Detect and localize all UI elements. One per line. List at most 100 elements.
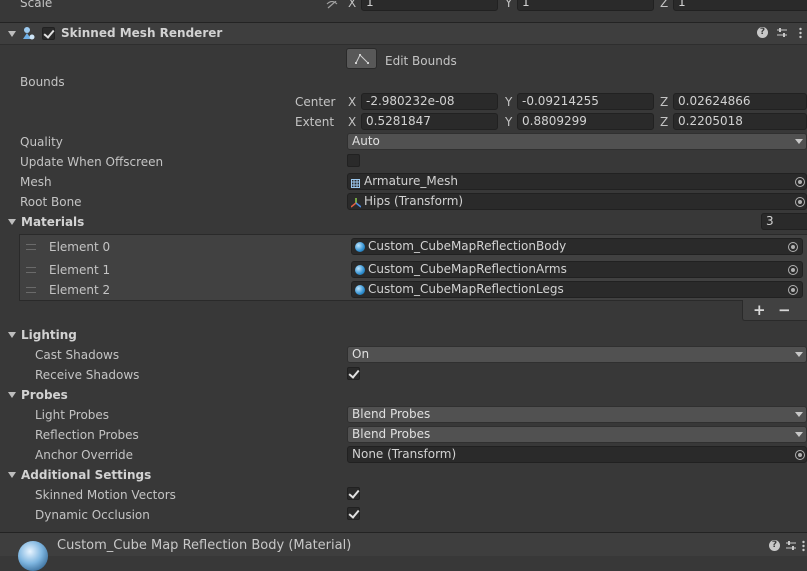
quality-value: Auto: [352, 134, 380, 148]
element-1-drag-handle-icon[interactable]: [26, 267, 36, 273]
anchor-override-field[interactable]: None (Transform): [347, 446, 807, 463]
lighting-foldout-arrow[interactable]: [8, 332, 16, 338]
extent-z-label: Z: [660, 115, 669, 129]
element-2-label: Element 2: [49, 283, 111, 297]
additional-settings-foldout-arrow[interactable]: [8, 472, 16, 478]
mesh-object-picker-icon[interactable]: [795, 177, 805, 187]
light-probes-dropdown[interactable]: Blend Probes: [347, 406, 807, 423]
presets-icon[interactable]: [776, 27, 788, 39]
cast-shadows-label: Cast Shadows: [35, 348, 120, 362]
element-0-value: Custom_CubeMapReflectionBody: [368, 239, 567, 253]
light-probes-dropdown-arrow-icon: [795, 412, 803, 417]
element-0-object-picker-icon[interactable]: [788, 242, 798, 252]
dynamic-occlusion-label: Dynamic Occlusion: [35, 508, 150, 522]
component-header[interactable]: Skinned Mesh Renderer ?: [0, 22, 807, 45]
anchor-override-label: Anchor Override: [35, 448, 134, 462]
edit-bounds-label: Edit Bounds: [385, 54, 457, 68]
skinned-motion-vectors-checkbox[interactable]: [347, 487, 360, 500]
cast-shadows-value: On: [352, 347, 370, 361]
component-title: Skinned Mesh Renderer: [61, 26, 223, 40]
transform-icon: [350, 197, 362, 208]
root-bone-field[interactable]: Hips (Transform): [347, 193, 807, 210]
cast-shadows-dropdown[interactable]: On: [347, 346, 807, 363]
material-sphere-icon: [355, 242, 365, 252]
receive-shadows-label: Receive Shadows: [35, 368, 140, 382]
center-y-field[interactable]: -0.09214255: [517, 93, 654, 110]
edit-bounds-icon: [354, 52, 370, 65]
material-title: Custom_Cube Map Reflection Body (Materia…: [57, 538, 352, 553]
extent-z-field[interactable]: 0.2205018: [673, 113, 807, 130]
mesh-field[interactable]: Armature_Mesh: [347, 173, 807, 190]
element-1-value: Custom_CubeMapReflectionArms: [368, 262, 567, 276]
dynamic-occlusion-checkbox[interactable]: [347, 507, 360, 520]
cast-shadows-dropdown-arrow-icon: [795, 352, 803, 357]
root-bone-object-picker-icon[interactable]: [795, 197, 805, 207]
element-2-value: Custom_CubeMapReflectionLegs: [368, 282, 564, 296]
center-x-label: X: [348, 95, 357, 109]
material-more-vertical-icon[interactable]: [802, 540, 805, 552]
skinned-motion-vectors-label: Skinned Motion Vectors: [35, 488, 176, 502]
material-preview-sphere-icon: [18, 541, 48, 571]
center-x-field[interactable]: -2.980232e-08: [361, 93, 498, 110]
materials-header[interactable]: Materials 3: [0, 212, 807, 232]
extent-x-label: X: [348, 115, 357, 129]
element-0-drag-handle-icon[interactable]: [26, 244, 36, 250]
quality-dropdown-arrow-icon: [795, 139, 803, 144]
center-label: Center: [295, 95, 336, 109]
material-presets-icon[interactable]: [785, 540, 797, 552]
scale-z-field[interactable]: 1: [673, 0, 807, 11]
material-sphere-icon: [355, 285, 365, 295]
component-enabled-checkbox[interactable]: [42, 27, 55, 40]
extent-x-field[interactable]: 0.5281847: [361, 113, 498, 130]
help-icon[interactable]: ?: [757, 27, 768, 38]
add-element-button[interactable]: +: [753, 300, 766, 320]
element-0-label: Element 0: [49, 240, 111, 254]
scale-z-label: Z: [660, 0, 669, 10]
extent-y-field[interactable]: 0.8809299: [517, 113, 654, 130]
center-y-label: Y: [505, 95, 513, 109]
mesh-grid-icon: [351, 177, 360, 188]
remove-element-button[interactable]: −: [778, 300, 791, 320]
scale-x-label: X: [348, 0, 357, 10]
bounds-label: Bounds: [20, 75, 65, 89]
quality-label: Quality: [20, 135, 63, 149]
component-foldout-arrow[interactable]: [8, 31, 16, 37]
scale-x-field[interactable]: 1: [361, 0, 498, 11]
update-offscreen-label: Update When Offscreen: [20, 155, 164, 169]
probes-foldout-arrow[interactable]: [8, 392, 16, 398]
more-vertical-icon[interactable]: [799, 27, 802, 39]
reflection-probes-dropdown-arrow-icon: [795, 432, 803, 437]
materials-foldout-arrow[interactable]: [8, 219, 16, 225]
materials-count-field[interactable]: 3: [761, 213, 807, 230]
additional-settings-label: Additional Settings: [21, 468, 152, 482]
anchor-override-object-picker-icon[interactable]: [795, 450, 805, 460]
reflection-probes-dropdown[interactable]: Blend Probes: [347, 426, 807, 443]
element-1-object-picker-icon[interactable]: [788, 265, 798, 275]
center-z-field[interactable]: 0.02624866: [673, 93, 807, 110]
material-header[interactable]: Custom_Cube Map Reflection Body (Materia…: [0, 532, 807, 571]
update-offscreen-checkbox[interactable]: [347, 154, 360, 167]
material-help-icon[interactable]: ?: [769, 540, 780, 551]
material-sphere-icon: [355, 265, 365, 275]
reflection-probes-label: Reflection Probes: [35, 428, 139, 442]
element-1-field[interactable]: Custom_CubeMapReflectionArms: [351, 261, 803, 278]
receive-shadows-checkbox[interactable]: [347, 367, 360, 380]
lighting-label: Lighting: [21, 328, 77, 342]
quality-dropdown[interactable]: Auto: [347, 133, 807, 150]
hidden-eye-icon[interactable]: [326, 0, 338, 9]
element-2-object-picker-icon[interactable]: [788, 285, 798, 295]
element-2-drag-handle-icon[interactable]: [26, 287, 36, 293]
light-probes-label: Light Probes: [35, 408, 110, 422]
mesh-value: Armature_Mesh: [364, 174, 458, 188]
scale-y-field[interactable]: 1: [517, 0, 654, 11]
materials-list-footer: + −: [742, 300, 807, 321]
probes-label: Probes: [21, 388, 68, 402]
root-bone-value: Hips (Transform): [364, 194, 464, 208]
element-0-field[interactable]: Custom_CubeMapReflectionBody: [351, 238, 803, 255]
extent-y-label: Y: [505, 115, 513, 129]
anchor-override-value: None (Transform): [352, 447, 457, 461]
scale-label: Scale: [20, 0, 53, 10]
root-bone-label: Root Bone: [20, 195, 82, 209]
edit-bounds-button[interactable]: [346, 48, 377, 69]
element-2-field[interactable]: Custom_CubeMapReflectionLegs: [351, 281, 803, 298]
